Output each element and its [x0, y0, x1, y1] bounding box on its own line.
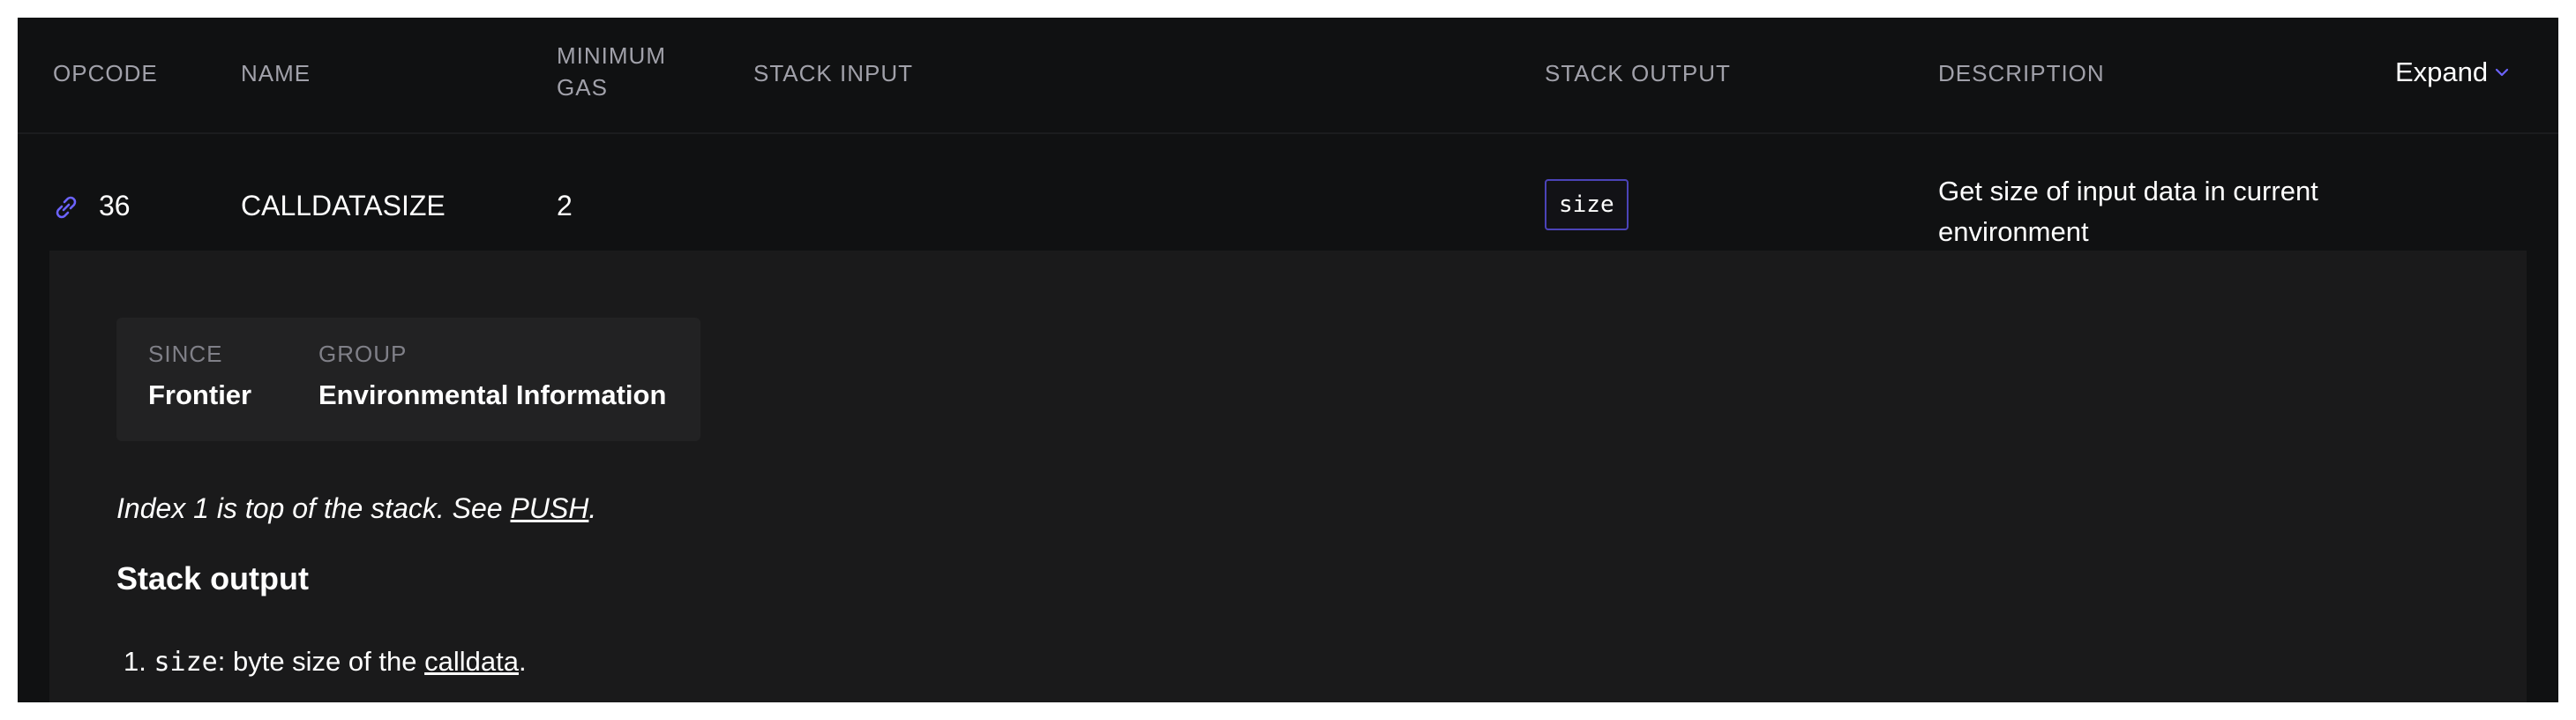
header-name: NAME	[241, 60, 311, 86]
stack-output-heading: Stack output	[116, 560, 310, 596]
row-description: Get size of input data in current enviro…	[1938, 171, 2318, 252]
table-header: OPCODE NAME MINIMUM GAS STACK INPUT STAC…	[18, 18, 2558, 134]
list-item-code: size	[154, 647, 218, 678]
header-stack-input: STACK INPUT	[753, 60, 913, 86]
row-description-line2: environment	[1938, 216, 2089, 247]
header-stack-output: STACK OUTPUT	[1545, 60, 1731, 86]
list-item-suffix: .	[518, 646, 527, 677]
push-link[interactable]: PUSH	[510, 492, 588, 524]
stack-index-note: Index 1 is top of the stack. See PUSH.	[116, 489, 596, 528]
header-opcode: OPCODE	[53, 60, 158, 86]
calldata-link[interactable]: calldata	[424, 646, 519, 677]
note-suffix: .	[588, 492, 597, 524]
row-opcode: 36	[99, 190, 131, 221]
table-row[interactable]: 36 CALLDATASIZE 2 size Get size of input…	[18, 134, 2558, 249]
opcode-table: OPCODE NAME MINIMUM GAS STACK INPUT STAC…	[18, 18, 2558, 702]
expand-button[interactable]: Expand	[2395, 56, 2511, 88]
group-label: GROUP	[318, 341, 408, 367]
row-minimum-gas: 2	[557, 190, 573, 221]
stack-output-chip: size	[1545, 179, 1629, 230]
row-name: CALLDATASIZE	[241, 190, 446, 221]
link-icon[interactable]	[51, 192, 81, 222]
expand-label: Expand	[2395, 56, 2489, 87]
row-description-line1: Get size of input data in current	[1938, 176, 2318, 206]
list-item-number: 1.	[124, 646, 146, 677]
list-item-text: : byte size of the	[217, 646, 425, 677]
meta-info-box: SINCE Frontier GROUP Environmental Infor…	[116, 318, 700, 441]
list-item: 1. size: byte size of the calldata.	[124, 642, 527, 682]
header-description: DESCRIPTION	[1938, 60, 2105, 86]
header-minimum-gas: MINIMUM GAS	[557, 40, 666, 103]
chevron-down-icon	[2493, 64, 2511, 81]
group-value: Environmental Information	[318, 379, 667, 410]
since-value: Frontier	[148, 379, 252, 410]
opcode-details-panel: SINCE Frontier GROUP Environmental Infor…	[49, 251, 2527, 702]
note-prefix: Index 1 is top of the stack. See	[116, 492, 511, 524]
since-label: SINCE	[148, 341, 223, 367]
header-minimum-gas-line1: MINIMUM	[557, 42, 666, 69]
header-minimum-gas-line2: GAS	[557, 74, 608, 101]
